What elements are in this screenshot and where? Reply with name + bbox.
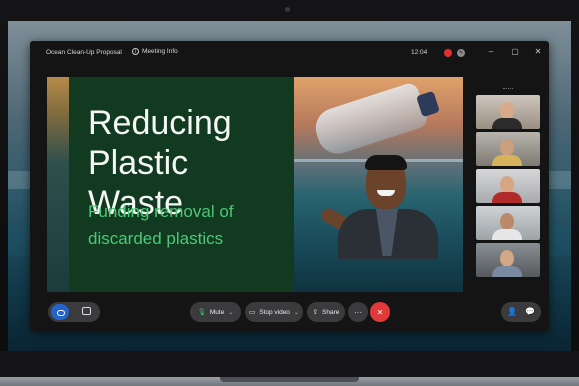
mute-label: Mute	[209, 308, 225, 316]
share-icon: ⇪	[312, 309, 319, 316]
microphone-icon: 🎙	[197, 309, 206, 316]
info-icon: i	[132, 48, 139, 55]
meeting-clock: 12:04	[411, 49, 428, 56]
more-icon: ···	[354, 307, 362, 317]
mute-button[interactable]: 🎙 Mute ⌄	[190, 302, 241, 322]
webcam-icon	[285, 7, 290, 12]
filmstrip-grip[interactable]	[503, 88, 513, 90]
share-label: Share	[322, 308, 340, 316]
chat-icon[interactable]: 💬	[525, 307, 535, 317]
chevron-down-icon[interactable]: ⌄	[228, 309, 233, 316]
end-call-icon: ✕	[376, 307, 384, 317]
more-options-button[interactable]: ···	[348, 302, 368, 322]
chat-icon[interactable]	[82, 307, 91, 315]
stop-video-button[interactable]: ▭ Stop video ⌄	[245, 302, 303, 322]
participant-tile[interactable]	[476, 206, 540, 240]
maximize-icon[interactable]: ▢	[510, 47, 520, 57]
laptop-bezel	[0, 351, 579, 377]
video-camera-icon: ▭	[249, 309, 256, 316]
settings-icon[interactable]: ✎	[457, 49, 465, 57]
presenter-video	[319, 155, 438, 259]
share-button[interactable]: ⇪ Share	[307, 302, 345, 322]
close-icon[interactable]: ✕	[533, 47, 543, 57]
control-bar: 🎙 Mute ⌄ ▭ Stop video ⌄ ⇪ Share ··· ✕ 👤	[30, 299, 549, 325]
left-tool-group	[48, 302, 100, 322]
minimize-icon[interactable]: –	[486, 47, 496, 57]
participant-tile[interactable]	[476, 95, 540, 129]
meeting-window: Ocean Clean-Up Proposal i Meeting Info 1…	[30, 41, 549, 331]
slide-subheading: Funding removal of discarded plastics	[88, 202, 234, 248]
laptop-frame: Ocean Clean-Up Proposal i Meeting Info 1…	[0, 0, 579, 386]
participant-tile[interactable]	[476, 243, 540, 277]
title-bar: Ocean Clean-Up Proposal i Meeting Info 1…	[30, 41, 549, 65]
meeting-info-label: Meeting Info	[142, 48, 178, 55]
stop-video-label: Stop video	[259, 308, 290, 316]
meeting-info-button[interactable]: i Meeting Info	[132, 48, 178, 55]
participants-icon[interactable]: 👤	[507, 307, 517, 317]
participant-tile[interactable]	[476, 132, 540, 166]
right-tool-group: 👤 💬	[501, 302, 541, 322]
participant-tile[interactable]	[476, 169, 540, 203]
meeting-title: Ocean Clean-Up Proposal	[46, 49, 122, 56]
record-icon[interactable]	[444, 49, 452, 57]
end-call-button[interactable]: ✕	[370, 302, 390, 322]
ai-assistant-icon[interactable]	[51, 304, 69, 320]
laptop-base	[0, 377, 579, 386]
chevron-down-icon[interactable]: ⌄	[294, 309, 299, 316]
